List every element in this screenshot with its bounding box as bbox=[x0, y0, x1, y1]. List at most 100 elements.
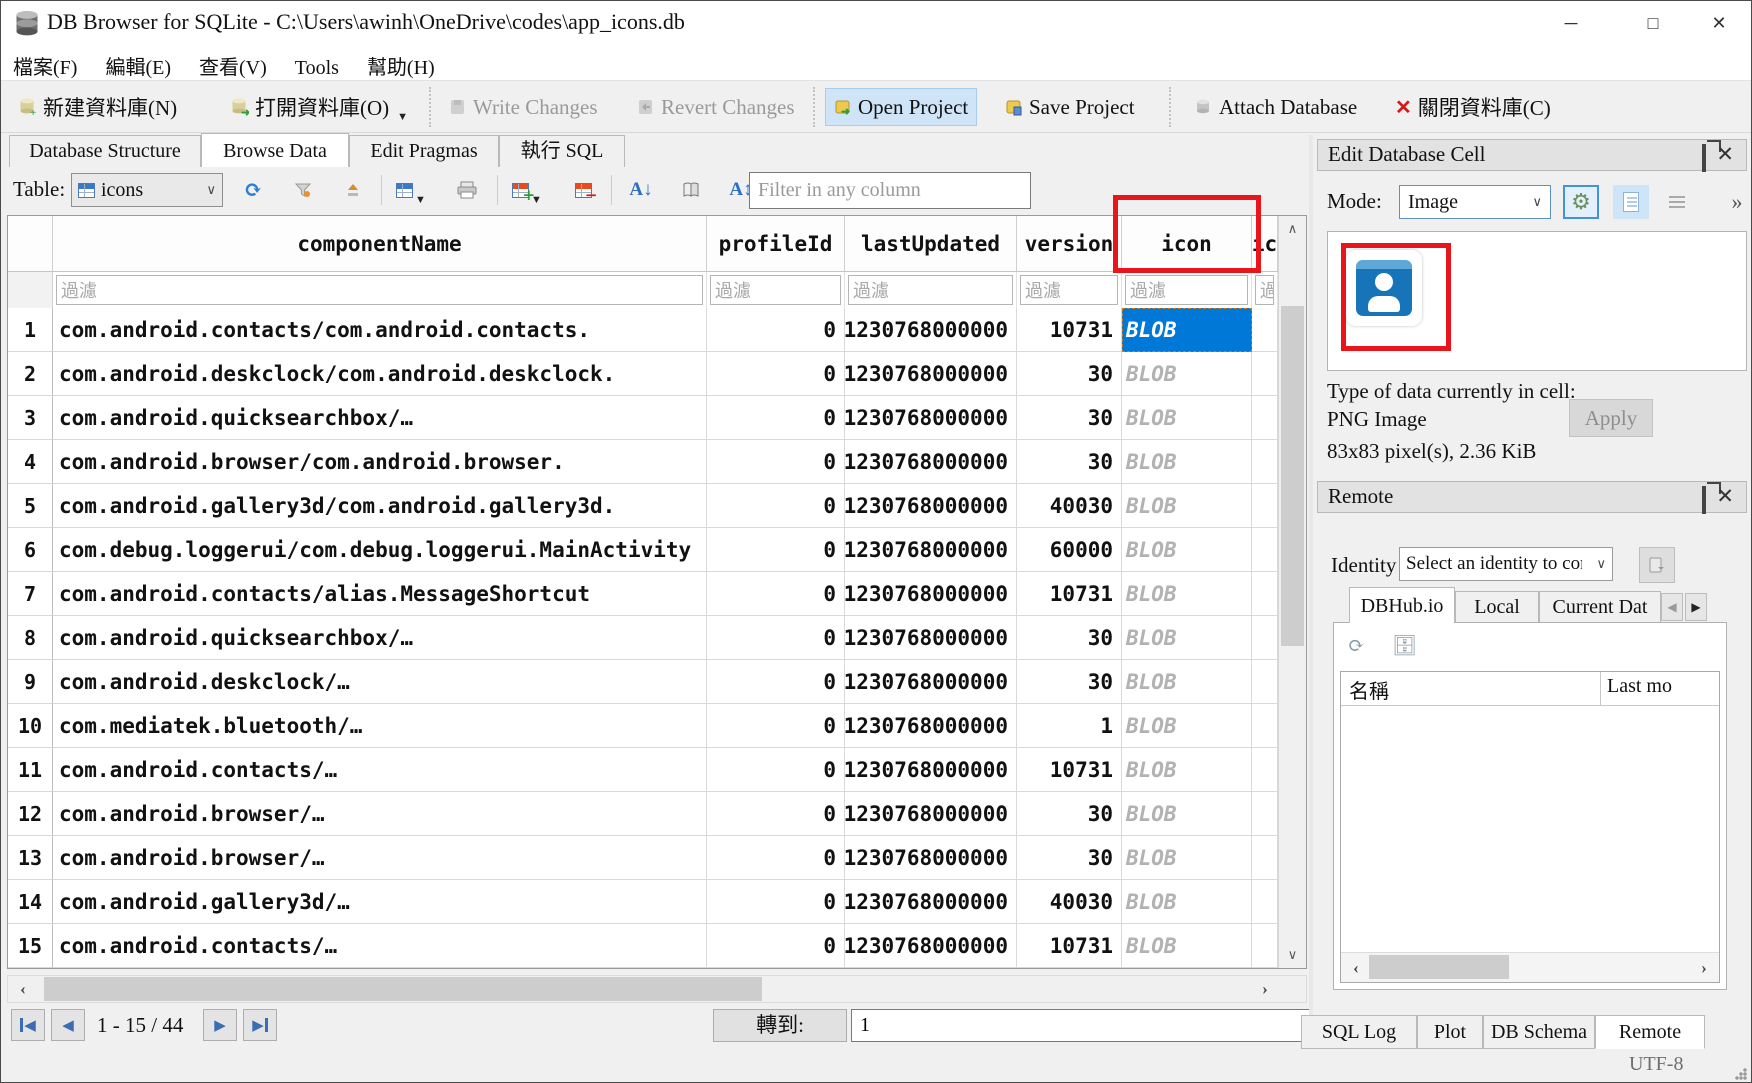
vertical-scrollbar-thumb[interactable] bbox=[1281, 306, 1304, 646]
column-header-lastUpdated[interactable]: lastUpdated bbox=[845, 216, 1017, 272]
close-panel-icon[interactable]: ✕ bbox=[1716, 484, 1734, 509]
cell-partial[interactable] bbox=[1252, 836, 1278, 880]
cell-icon-blob-selected[interactable]: BLOB bbox=[1122, 308, 1252, 352]
row-number[interactable]: 3 bbox=[8, 396, 53, 440]
filter-input-lastUpdated[interactable]: 過濾 bbox=[848, 275, 1013, 305]
remote-scrollbar-thumb[interactable] bbox=[1369, 955, 1509, 979]
remote-tab-current-database[interactable]: Current Dat bbox=[1539, 591, 1661, 623]
remote-refresh-icon[interactable]: ⟳ bbox=[1348, 633, 1365, 658]
cell-partial[interactable] bbox=[1252, 396, 1278, 440]
cell-icon-blob[interactable]: BLOB bbox=[1122, 880, 1252, 924]
cell-profileId[interactable]: 0 bbox=[707, 836, 845, 880]
cell-profileId[interactable]: 0 bbox=[707, 660, 845, 704]
filter-input-version[interactable]: 過濾 bbox=[1020, 275, 1118, 305]
filter-input-profileId[interactable]: 過濾 bbox=[710, 275, 841, 305]
cell-partial[interactable] bbox=[1252, 660, 1278, 704]
encoding-button[interactable] bbox=[671, 173, 711, 207]
row-number[interactable]: 4 bbox=[8, 440, 53, 484]
cell-version[interactable]: 40030 bbox=[1017, 880, 1122, 924]
encoding-indicator[interactable]: UTF-8 bbox=[1629, 1053, 1683, 1076]
cell-icon-blob[interactable]: BLOB bbox=[1122, 748, 1252, 792]
attach-database-button[interactable]: Attach Database bbox=[1187, 88, 1365, 126]
cell-profileId[interactable]: 0 bbox=[707, 528, 845, 572]
goto-button[interactable]: 轉到: bbox=[713, 1009, 847, 1042]
cell-icon-blob[interactable]: BLOB bbox=[1122, 660, 1252, 704]
cell-profileId[interactable]: 0 bbox=[707, 484, 845, 528]
row-number[interactable]: 2 bbox=[8, 352, 53, 396]
print-button[interactable] bbox=[447, 173, 487, 207]
tab-scroll-right-icon[interactable]: ▶ bbox=[1685, 593, 1707, 621]
cell-partial[interactable] bbox=[1252, 924, 1278, 968]
cell-profileId[interactable]: 0 bbox=[707, 396, 845, 440]
cell-version[interactable]: 30 bbox=[1017, 440, 1122, 484]
clear-sort-button[interactable] bbox=[333, 173, 373, 207]
menu-tools[interactable]: Tools bbox=[283, 53, 351, 84]
cell-profileId[interactable]: 0 bbox=[707, 924, 845, 968]
cell-icon-blob[interactable]: BLOB bbox=[1122, 352, 1252, 396]
cell-lastUpdated[interactable]: 1230768000000 bbox=[845, 660, 1017, 704]
row-number[interactable]: 13 bbox=[8, 836, 53, 880]
cell-componentName[interactable]: com.android.deskclock/… bbox=[53, 660, 707, 704]
filter-funnel-button[interactable] bbox=[283, 173, 323, 207]
row-number[interactable]: 9 bbox=[8, 660, 53, 704]
resize-grip[interactable] bbox=[1735, 1068, 1747, 1080]
column-header-profileId[interactable]: profileId bbox=[707, 216, 845, 272]
cell-version[interactable]: 30 bbox=[1017, 396, 1122, 440]
menu-edit[interactable]: 編輯(E) bbox=[93, 47, 183, 84]
cell-version[interactable]: 30 bbox=[1017, 616, 1122, 660]
cell-lastUpdated[interactable]: 1230768000000 bbox=[845, 352, 1017, 396]
open-project-button[interactable]: ➜ Open Project bbox=[825, 88, 977, 126]
cell-profileId[interactable]: 0 bbox=[707, 440, 845, 484]
remote-database-icon[interactable]: 🗄 bbox=[1392, 633, 1417, 658]
cell-icon-blob[interactable]: BLOB bbox=[1122, 836, 1252, 880]
cell-lastUpdated[interactable]: 1230768000000 bbox=[845, 396, 1017, 440]
cell-version[interactable]: 30 bbox=[1017, 836, 1122, 880]
cell-componentName[interactable]: com.android.browser/com.android.browser. bbox=[53, 440, 707, 484]
horizontal-scrollbar[interactable]: ‹ › bbox=[7, 975, 1307, 1003]
remote-column-last-modified[interactable]: Last mo bbox=[1601, 672, 1719, 705]
remote-tab-local[interactable]: Local bbox=[1455, 591, 1539, 623]
cell-icon-blob[interactable]: BLOB bbox=[1122, 616, 1252, 660]
cell-partial[interactable] bbox=[1252, 484, 1278, 528]
cell-version[interactable]: 10731 bbox=[1017, 308, 1122, 352]
mode-select[interactable]: Image ∨ bbox=[1399, 185, 1551, 219]
cell-icon-blob[interactable]: BLOB bbox=[1122, 484, 1252, 528]
refresh-button[interactable]: ⟳ bbox=[233, 173, 273, 207]
float-panel-icon[interactable] bbox=[1702, 488, 1706, 513]
cell-partial[interactable] bbox=[1252, 352, 1278, 396]
cell-version[interactable]: 10731 bbox=[1017, 924, 1122, 968]
panel-splitter[interactable] bbox=[1309, 135, 1313, 1042]
delete-record-button[interactable]: − bbox=[563, 173, 603, 207]
cell-componentName[interactable]: com.android.gallery3d/com.android.galler… bbox=[53, 484, 707, 528]
cell-icon-blob[interactable]: BLOB bbox=[1122, 528, 1252, 572]
cell-componentName[interactable]: com.mediatek.bluetooth/… bbox=[53, 704, 707, 748]
apply-button[interactable]: Apply bbox=[1569, 399, 1653, 437]
write-changes-button[interactable]: Write Changes bbox=[441, 88, 606, 126]
float-panel-icon[interactable] bbox=[1702, 146, 1706, 171]
import-data-button[interactable]: ⚙ bbox=[1563, 185, 1599, 219]
dock-tab-db-schema[interactable]: DB Schema bbox=[1483, 1015, 1595, 1049]
scroll-up-icon[interactable]: ∧ bbox=[1279, 216, 1306, 242]
cell-partial[interactable] bbox=[1252, 572, 1278, 616]
cell-componentName[interactable]: com.android.contacts/… bbox=[53, 924, 707, 968]
font-button[interactable]: A↓ bbox=[621, 173, 661, 207]
row-number[interactable]: 11 bbox=[8, 748, 53, 792]
cell-partial[interactable] bbox=[1252, 748, 1278, 792]
cell-version[interactable]: 60000 bbox=[1017, 528, 1122, 572]
cell-componentName[interactable]: com.android.quicksearchbox/… bbox=[53, 616, 707, 660]
close-panel-icon[interactable]: ✕ bbox=[1716, 142, 1734, 167]
cell-profileId[interactable]: 0 bbox=[707, 308, 845, 352]
vertical-scrollbar[interactable]: ∧ ∨ bbox=[1278, 216, 1306, 968]
cell-componentName[interactable]: com.debug.loggerui/com.debug.loggerui.Ma… bbox=[53, 528, 707, 572]
prev-page-button[interactable]: ◀ bbox=[51, 1009, 85, 1041]
cell-lastUpdated[interactable]: 1230768000000 bbox=[845, 792, 1017, 836]
cell-version[interactable]: 10731 bbox=[1017, 748, 1122, 792]
cell-partial[interactable] bbox=[1252, 440, 1278, 484]
cell-lastUpdated[interactable]: 1230768000000 bbox=[845, 704, 1017, 748]
tab-edit-pragmas[interactable]: Edit Pragmas bbox=[349, 135, 499, 167]
cell-partial[interactable] bbox=[1252, 880, 1278, 924]
cell-version[interactable]: 40030 bbox=[1017, 484, 1122, 528]
scroll-left-icon[interactable]: ‹ bbox=[8, 976, 38, 1002]
cell-componentName[interactable]: com.android.contacts/com.android.contact… bbox=[53, 308, 707, 352]
cell-icon-blob[interactable]: BLOB bbox=[1122, 396, 1252, 440]
